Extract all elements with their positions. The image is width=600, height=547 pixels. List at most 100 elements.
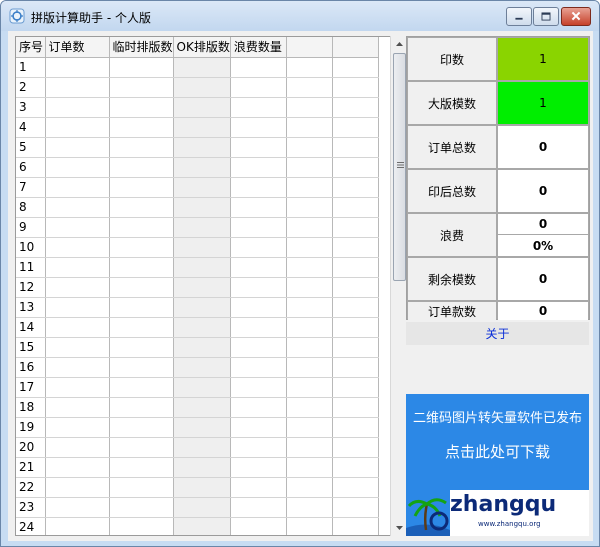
extra-cell[interactable]: [286, 437, 333, 458]
extra-cell[interactable]: [332, 477, 379, 498]
ok-layout-cell[interactable]: [173, 97, 231, 118]
orders-cell[interactable]: [45, 197, 110, 218]
orders-cell[interactable]: [45, 77, 110, 98]
waste-qty-cell[interactable]: [230, 277, 287, 298]
waste-qty-cell[interactable]: [230, 117, 287, 138]
column-header-extra-2[interactable]: [332, 37, 379, 58]
title-bar[interactable]: 拼版计算助手 - 个人版: [1, 1, 599, 31]
column-header-extra-1[interactable]: [286, 37, 333, 58]
waste-qty-cell[interactable]: [230, 97, 287, 118]
orders-cell[interactable]: [45, 57, 110, 78]
about-button[interactable]: 关于: [406, 322, 589, 345]
extra-cell[interactable]: [286, 337, 333, 358]
extra-cell[interactable]: [286, 57, 333, 78]
ok-layout-cell[interactable]: [173, 377, 231, 398]
ok-layout-cell[interactable]: [173, 77, 231, 98]
temp-layout-cell[interactable]: [109, 517, 174, 535]
temp-layout-cell[interactable]: [109, 157, 174, 178]
extra-cell[interactable]: [286, 297, 333, 318]
waste-qty-cell[interactable]: [230, 417, 287, 438]
temp-layout-cell[interactable]: [109, 297, 174, 318]
ok-layout-cell[interactable]: [173, 277, 231, 298]
table-row[interactable]: 5: [16, 137, 379, 158]
extra-cell[interactable]: [332, 217, 379, 238]
table-row[interactable]: 22: [16, 477, 379, 498]
orders-cell[interactable]: [45, 417, 110, 438]
extra-cell[interactable]: [332, 57, 379, 78]
temp-layout-cell[interactable]: [109, 337, 174, 358]
temp-layout-cell[interactable]: [109, 217, 174, 238]
extra-cell[interactable]: [332, 457, 379, 478]
orders-cell[interactable]: [45, 497, 110, 518]
extra-cell[interactable]: [332, 97, 379, 118]
extra-cell[interactable]: [332, 237, 379, 258]
extra-cell[interactable]: [332, 397, 379, 418]
extra-cell[interactable]: [332, 297, 379, 318]
table-row[interactable]: 7: [16, 177, 379, 198]
table-row[interactable]: 2: [16, 77, 379, 98]
table-row[interactable]: 8: [16, 197, 379, 218]
ok-layout-cell[interactable]: [173, 357, 231, 378]
ok-layout-cell[interactable]: [173, 417, 231, 438]
extra-cell[interactable]: [286, 237, 333, 258]
table-row[interactable]: 3: [16, 97, 379, 118]
table-row[interactable]: 19: [16, 417, 379, 438]
ok-layout-cell[interactable]: [173, 457, 231, 478]
extra-cell[interactable]: [332, 517, 379, 535]
waste-qty-cell[interactable]: [230, 217, 287, 238]
temp-layout-cell[interactable]: [109, 317, 174, 338]
ok-layout-cell[interactable]: [173, 517, 231, 535]
extra-cell[interactable]: [286, 197, 333, 218]
temp-layout-cell[interactable]: [109, 257, 174, 278]
extra-cell[interactable]: [286, 177, 333, 198]
extra-cell[interactable]: [286, 137, 333, 158]
temp-layout-cell[interactable]: [109, 497, 174, 518]
orders-cell[interactable]: [45, 157, 110, 178]
extra-cell[interactable]: [286, 317, 333, 338]
ok-layout-cell[interactable]: [173, 157, 231, 178]
orders-cell[interactable]: [45, 437, 110, 458]
table-row[interactable]: 16: [16, 357, 379, 378]
extra-cell[interactable]: [332, 277, 379, 298]
column-header-ok-layout[interactable]: OK排版数: [173, 37, 231, 58]
extra-cell[interactable]: [332, 337, 379, 358]
waste-qty-cell[interactable]: [230, 337, 287, 358]
extra-cell[interactable]: [286, 397, 333, 418]
temp-layout-cell[interactable]: [109, 197, 174, 218]
ok-layout-cell[interactable]: [173, 397, 231, 418]
temp-layout-cell[interactable]: [109, 117, 174, 138]
maximize-button[interactable]: [533, 7, 559, 26]
orders-cell[interactable]: [45, 297, 110, 318]
waste-qty-cell[interactable]: [230, 477, 287, 498]
extra-cell[interactable]: [286, 77, 333, 98]
waste-qty-cell[interactable]: [230, 157, 287, 178]
table-row[interactable]: 17: [16, 377, 379, 398]
table-row[interactable]: 1: [16, 57, 379, 78]
waste-qty-cell[interactable]: [230, 317, 287, 338]
column-header-orders[interactable]: 订单数: [45, 37, 110, 58]
temp-layout-cell[interactable]: [109, 277, 174, 298]
temp-layout-cell[interactable]: [109, 137, 174, 158]
waste-qty-cell[interactable]: [230, 377, 287, 398]
ok-layout-cell[interactable]: [173, 137, 231, 158]
ok-layout-cell[interactable]: [173, 317, 231, 338]
waste-qty-cell[interactable]: [230, 437, 287, 458]
waste-qty-cell[interactable]: [230, 177, 287, 198]
table-row[interactable]: 14: [16, 317, 379, 338]
waste-qty-cell[interactable]: [230, 137, 287, 158]
table-row[interactable]: 18: [16, 397, 379, 418]
ok-layout-cell[interactable]: [173, 297, 231, 318]
waste-qty-cell[interactable]: [230, 497, 287, 518]
waste-qty-cell[interactable]: [230, 257, 287, 278]
ok-layout-cell[interactable]: [173, 477, 231, 498]
extra-cell[interactable]: [286, 97, 333, 118]
extra-cell[interactable]: [332, 497, 379, 518]
waste-qty-cell[interactable]: [230, 77, 287, 98]
extra-cell[interactable]: [286, 217, 333, 238]
orders-cell[interactable]: [45, 97, 110, 118]
extra-cell[interactable]: [332, 437, 379, 458]
waste-qty-cell[interactable]: [230, 197, 287, 218]
orders-cell[interactable]: [45, 257, 110, 278]
ok-layout-cell[interactable]: [173, 117, 231, 138]
column-header-index[interactable]: 序号: [16, 37, 46, 58]
